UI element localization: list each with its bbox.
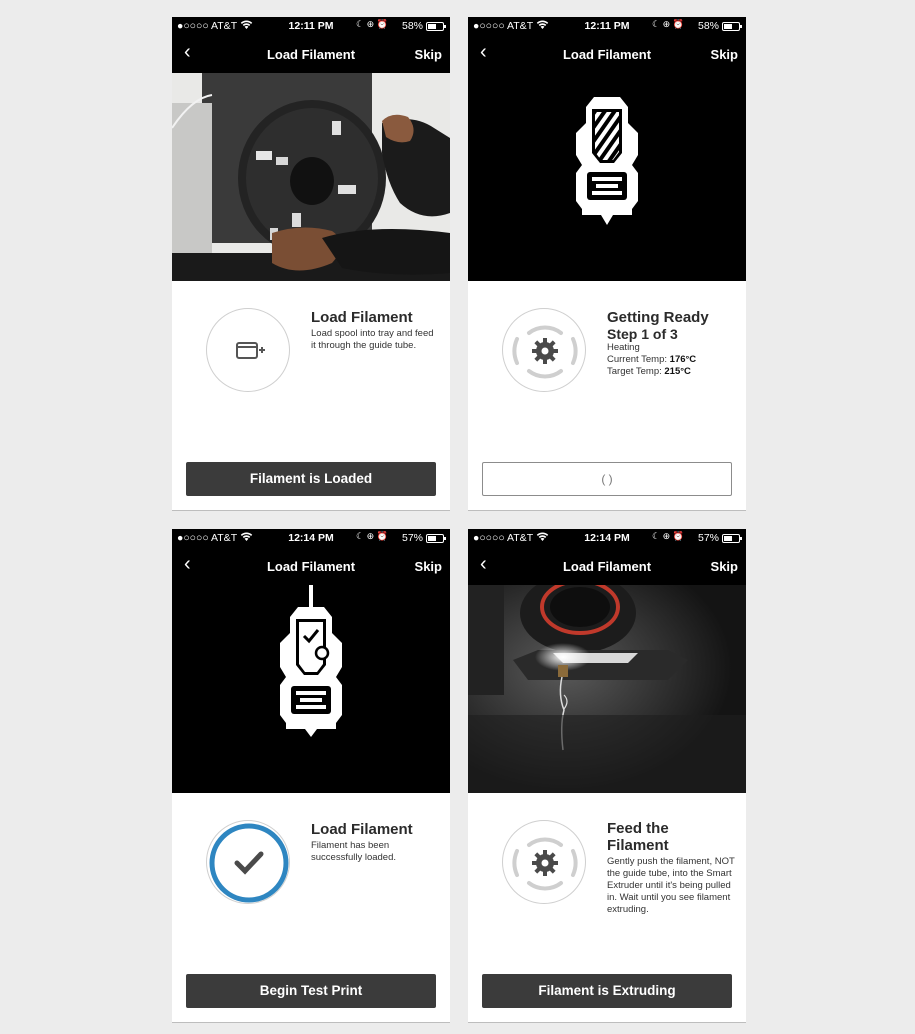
battery-icon: [426, 22, 446, 31]
alarm-icon: ⏰: [672, 19, 684, 29]
nav-title: Load Filament: [266, 47, 356, 62]
nav-title: Load Filament: [562, 47, 652, 62]
begin-test-print-button[interactable]: Begin Test Print: [186, 974, 436, 1008]
status-icons: ☾ ⊕ ⏰: [652, 531, 684, 542]
heating-status: Heating: [607, 342, 640, 353]
nav-bar: ‹ Load Filament Skip: [468, 548, 746, 585]
skip-button[interactable]: Skip: [711, 559, 738, 574]
nav-title: Load Filament: [266, 559, 356, 574]
step-description: Load spool into tray and feed it through…: [311, 328, 434, 351]
status-icons: ☾ ⊕ ⏰: [356, 19, 388, 30]
target-temp-value: 215°C: [664, 366, 691, 377]
battery-icon: [426, 534, 446, 543]
alarm-icon: ⏰: [672, 531, 684, 541]
step-text: Feed the Filament Gently push the filame…: [607, 820, 735, 916]
battery-icon: [722, 534, 742, 543]
battery-percent: 58%: [402, 20, 424, 32]
step-icon-circle: [206, 820, 290, 904]
skip-button[interactable]: Skip: [711, 47, 738, 62]
step-title: Load Filament: [311, 821, 413, 838]
gear-icon: [532, 338, 558, 364]
step-text: Load Filament Filament has been successf…: [311, 821, 439, 864]
current-temp-row: Current Temp: 176°C: [607, 354, 735, 366]
tray-plus-icon: [236, 342, 265, 359]
screen-getting-ready: ●○○○○ AT&T 12:11 PM ☾ ⊕ ⏰ 58% ‹ Load Fil…: [468, 17, 746, 511]
step-description: Filament has been successfully loaded.: [311, 840, 397, 863]
step-description: Gently push the filament, NOT the guide …: [607, 856, 735, 915]
battery-percent: 57%: [402, 532, 424, 544]
battery-percent: 57%: [698, 532, 720, 544]
loading-button[interactable]: ( ): [482, 462, 732, 496]
moon-icon: ☾: [652, 531, 661, 541]
battery-fill: [724, 24, 733, 29]
status-bar: ●○○○○ AT&T 12:11 PM ☾ ⊕ ⏰ 58%: [468, 17, 746, 36]
lock-rotation-icon: ⊕: [366, 19, 375, 29]
skip-button[interactable]: Skip: [415, 559, 442, 574]
progress-ring: [512, 837, 578, 891]
screen-filament-loaded: ●○○○○ AT&T 12:14 PM ☾ ⊕ ⏰ 57% ‹ Load Fil…: [172, 529, 450, 1023]
current-temp-value: 176°C: [669, 354, 697, 365]
filament-extruding-button[interactable]: Filament is Extruding: [482, 974, 732, 1008]
moon-icon: ☾: [356, 19, 365, 29]
extruder-illustration: [468, 73, 746, 281]
battery-fill: [724, 536, 732, 541]
filament-loaded-button[interactable]: Filament is Loaded: [186, 462, 436, 496]
moon-icon: ☾: [356, 531, 365, 541]
gear-icon: [532, 850, 558, 876]
battery-fill: [428, 536, 436, 541]
step-title: Load Filament: [311, 309, 413, 326]
status-bar: ●○○○○ AT&T 12:14 PM ☾ ⊕ ⏰ 57%: [468, 529, 746, 548]
nav-bar: ‹ Load Filament Skip: [172, 36, 450, 73]
battery-icon: [722, 22, 742, 31]
progress-ring: [512, 325, 578, 379]
status-icons: ☾ ⊕ ⏰: [356, 531, 388, 542]
target-temp-row: Target Temp: 215°C: [607, 366, 735, 378]
lock-rotation-icon: ⊕: [662, 531, 671, 541]
skip-button[interactable]: Skip: [415, 47, 442, 62]
extruder-icon: [576, 97, 638, 225]
status-icons: ☾ ⊕ ⏰: [652, 19, 684, 30]
extruding-photo: [468, 585, 746, 793]
extruder-icon: [280, 585, 342, 737]
step-title: Feed the Filament: [607, 820, 669, 854]
step-subtitle: Step 1 of 3: [607, 326, 678, 342]
nav-bar: ‹ Load Filament Skip: [172, 548, 450, 585]
nav-title: Load Filament: [562, 559, 652, 574]
nav-bar: ‹ Load Filament Skip: [468, 36, 746, 73]
target-temp-label: Target Temp:: [607, 366, 662, 377]
battery-fill: [428, 24, 437, 29]
screen-load-spool: ●○○○○ AT&T 12:11 PM ☾ ⊕ ⏰ 58% ‹ Load Fil…: [172, 17, 450, 511]
step-text: Getting Ready Step 1 of 3 Heating Curren…: [607, 309, 735, 378]
screen-feed-filament: ●○○○○ AT&T 12:14 PM ☾ ⊕ ⏰ 57% ‹ Load Fil…: [468, 529, 746, 1023]
alarm-icon: ⏰: [376, 19, 388, 29]
lock-rotation-icon: ⊕: [662, 19, 671, 29]
step-title: Getting Ready: [607, 309, 709, 326]
status-bar: ●○○○○ AT&T 12:11 PM ☾ ⊕ ⏰ 58%: [172, 17, 450, 36]
moon-icon: ☾: [652, 19, 661, 29]
checkmark-icon: [234, 851, 264, 875]
extruder-loaded-illustration: [172, 585, 450, 793]
step-icon-circle: [502, 308, 586, 392]
step-text: Load Filament Load spool into tray and f…: [311, 309, 439, 352]
step-icon-circle: [502, 820, 586, 904]
step-icon-circle: [206, 308, 290, 392]
spool-photo: [172, 73, 450, 281]
lock-rotation-icon: ⊕: [366, 531, 375, 541]
status-bar: ●○○○○ AT&T 12:14 PM ☾ ⊕ ⏰ 57%: [172, 529, 450, 548]
current-temp-label: Current Temp:: [607, 354, 668, 365]
battery-percent: 58%: [698, 20, 720, 32]
alarm-icon: ⏰: [376, 531, 388, 541]
success-ring: [209, 823, 289, 903]
